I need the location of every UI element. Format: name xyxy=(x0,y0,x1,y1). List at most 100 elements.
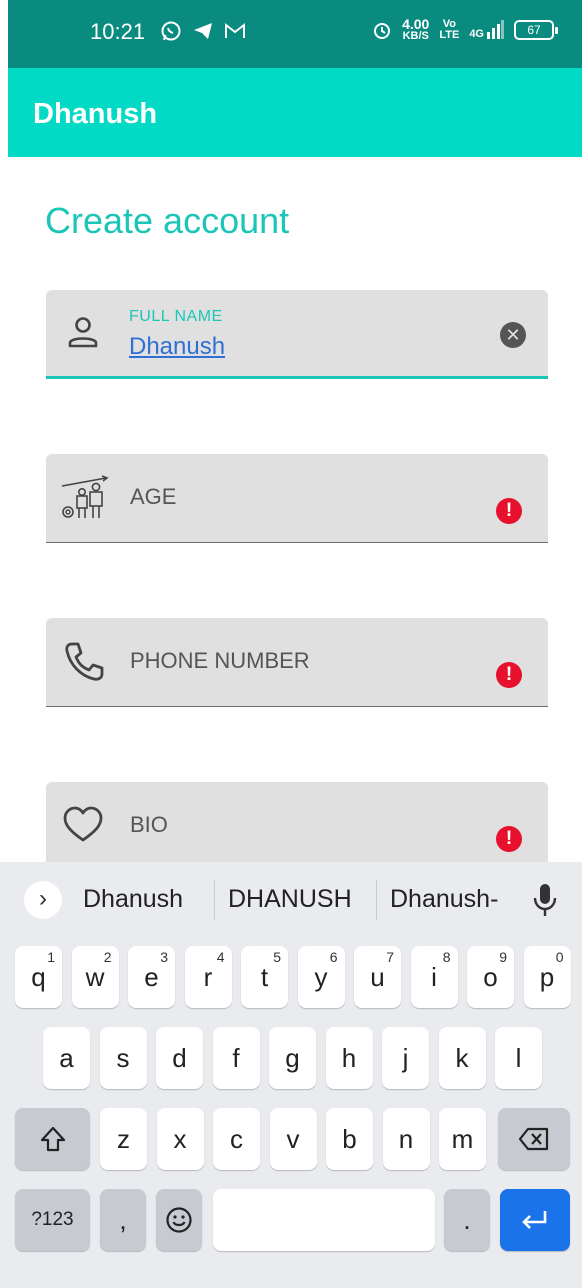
suggestion-divider xyxy=(214,880,215,920)
key-o[interactable]: o9 xyxy=(467,946,514,1008)
full-name-label: FULL NAME xyxy=(129,308,223,325)
key-number-hint: 5 xyxy=(273,949,281,965)
full-name-field[interactable]: FULL NAME Dhanush ✕ xyxy=(46,290,548,379)
gmail-icon xyxy=(225,22,245,38)
error-icon: ! xyxy=(496,498,522,524)
key-y[interactable]: y6 xyxy=(297,946,345,1008)
key-e[interactable]: e3 xyxy=(128,946,175,1008)
key-i[interactable]: i8 xyxy=(410,946,458,1008)
emoji-icon xyxy=(166,1207,192,1233)
notification-icons xyxy=(160,20,246,42)
heart-icon xyxy=(63,806,103,842)
key-label: o xyxy=(483,962,498,992)
key-a[interactable]: a xyxy=(43,1027,90,1089)
error-icon: ! xyxy=(496,662,522,688)
key-x[interactable]: x xyxy=(156,1108,204,1170)
key-k[interactable]: k xyxy=(438,1027,486,1089)
alarm-icon xyxy=(374,23,391,39)
symbols-key[interactable]: ?123 xyxy=(15,1189,90,1251)
key-u[interactable]: u7 xyxy=(354,946,401,1008)
key-number-hint: 0 xyxy=(555,949,564,965)
key-label: t xyxy=(260,962,269,992)
key-p[interactable]: p0 xyxy=(523,946,571,1008)
backspace-icon xyxy=(518,1127,549,1151)
enter-arrow-icon xyxy=(522,1211,547,1229)
key-z[interactable]: z xyxy=(100,1108,147,1170)
key-number-hint: 8 xyxy=(442,949,451,965)
status-time: 10:21 xyxy=(90,19,146,44)
key-label: w xyxy=(85,962,105,992)
age-placeholder: AGE xyxy=(130,484,177,509)
emoji-key[interactable] xyxy=(156,1189,202,1251)
telegram-icon xyxy=(194,23,212,39)
network-speed: 4.00 KB/S xyxy=(402,16,430,42)
enter-key[interactable] xyxy=(500,1189,570,1251)
key-b[interactable]: b xyxy=(326,1108,373,1170)
clear-text-button[interactable]: ✕ xyxy=(500,322,526,348)
key-label: r xyxy=(203,962,213,992)
error-icon: ! xyxy=(496,826,522,852)
suggestion-2[interactable]: DHANUSH xyxy=(228,885,352,914)
key-label: e xyxy=(144,962,159,992)
suggestion-divider xyxy=(376,880,377,920)
full-name-value[interactable]: Dhanush xyxy=(129,333,225,361)
key-f[interactable]: f xyxy=(212,1027,260,1089)
expand-toolbar-button[interactable]: › xyxy=(24,881,62,919)
key-c[interactable]: c xyxy=(213,1108,260,1170)
suggestion-1[interactable]: Dhanush xyxy=(83,885,183,914)
page-title: Create account xyxy=(45,200,290,241)
signal-icon: 4G xyxy=(469,20,504,40)
navigation-strip xyxy=(0,1264,582,1288)
key-number-hint: 3 xyxy=(160,949,168,965)
key-n[interactable]: n xyxy=(382,1108,430,1170)
key-number-hint: 2 xyxy=(103,949,112,965)
key-q[interactable]: q1 xyxy=(15,946,62,1008)
period-key[interactable]: . xyxy=(444,1189,490,1251)
suggestion-3[interactable]: Dhanush- xyxy=(390,885,498,914)
key-d[interactable]: d xyxy=(156,1027,203,1089)
key-label: p xyxy=(539,962,555,992)
whatsapp-icon xyxy=(161,21,181,41)
app-title: Dhanush xyxy=(33,98,158,130)
key-number-hint: 1 xyxy=(47,949,55,965)
key-m[interactable]: m xyxy=(439,1108,486,1170)
family-growth-icon xyxy=(61,475,109,518)
key-h[interactable]: h xyxy=(325,1027,373,1089)
key-number-hint: 6 xyxy=(329,949,338,965)
volte-indicator: Vo LTE xyxy=(439,18,460,41)
shift-icon xyxy=(40,1126,65,1152)
key-g[interactable]: g xyxy=(269,1027,316,1089)
bio-placeholder: BIO xyxy=(130,812,168,837)
status-bar: 10:21 4.00 KB/S Vo LTE 4G 67 xyxy=(8,0,582,68)
phone-placeholder: PHONE NUMBER xyxy=(130,648,310,673)
key-r[interactable]: r4 xyxy=(184,946,232,1008)
comma-key[interactable]: , xyxy=(100,1189,146,1251)
age-field[interactable]: AGE ! xyxy=(46,454,548,543)
key-label: q xyxy=(31,962,46,992)
person-icon xyxy=(68,317,98,348)
shift-key[interactable] xyxy=(15,1108,90,1170)
key-label: y xyxy=(314,962,328,992)
key-w[interactable]: w2 xyxy=(71,946,119,1008)
key-j[interactable]: j xyxy=(382,1027,429,1089)
key-s[interactable]: s xyxy=(99,1027,147,1089)
key-v[interactable]: v xyxy=(269,1108,317,1170)
key-label: i xyxy=(431,962,437,992)
key-number-hint: 4 xyxy=(216,949,225,965)
battery-icon: 67 xyxy=(514,20,558,40)
key-t[interactable]: t5 xyxy=(241,946,288,1008)
key-number-hint: 9 xyxy=(499,949,507,965)
key-label: u xyxy=(370,962,385,992)
phone-number-field[interactable]: PHONE NUMBER ! xyxy=(46,618,548,707)
backspace-key[interactable] xyxy=(498,1108,570,1170)
phone-icon xyxy=(65,642,104,681)
system-icons: 4.00 KB/S Vo LTE 4G 67 xyxy=(372,16,558,42)
suggestion-bar: › Dhanush DHANUSH Dhanush- xyxy=(0,862,582,936)
key-l[interactable]: l xyxy=(495,1027,542,1089)
space-key[interactable] xyxy=(213,1189,435,1251)
bio-field[interactable]: BIO ! xyxy=(46,782,548,871)
app-bar: Dhanush xyxy=(8,68,582,157)
soft-keyboard: › Dhanush DHANUSH Dhanush- q1w2e3r4t5y6u… xyxy=(0,862,582,1288)
key-number-hint: 7 xyxy=(386,949,394,965)
microphone-icon[interactable] xyxy=(532,880,558,920)
